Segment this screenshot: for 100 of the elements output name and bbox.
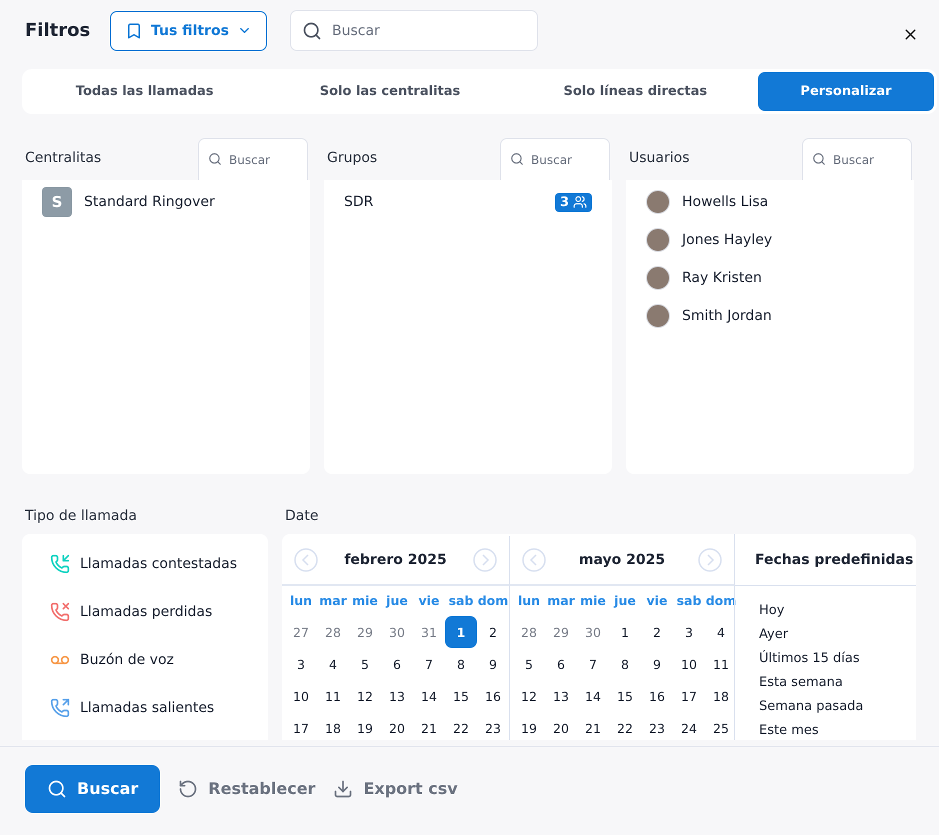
calendar-day[interactable]: 14: [413, 680, 445, 712]
preset-option[interactable]: Hoy: [759, 598, 892, 622]
calendar-day[interactable]: 4: [317, 648, 349, 680]
previous-month-icon[interactable]: [522, 548, 546, 572]
weekday-label: vie: [646, 592, 668, 610]
preset-option[interactable]: Ayer: [759, 622, 892, 646]
calendar-day[interactable]: 13: [545, 680, 577, 712]
calendar-day[interactable]: 19: [349, 712, 381, 740]
calendar-day[interactable]: 19: [513, 712, 545, 740]
preset-option[interactable]: Semana pasada: [759, 694, 892, 718]
avatar: [646, 304, 670, 328]
calendar-day[interactable]: 27: [285, 616, 317, 648]
calendar-day[interactable]: 28: [513, 616, 545, 648]
calendar-day[interactable]: 29: [545, 616, 577, 648]
calendar-day[interactable]: 30: [381, 616, 413, 648]
filter-tab[interactable]: Solo líneas directas: [512, 72, 758, 111]
filter-tab[interactable]: Solo las centralitas: [267, 72, 513, 111]
avatar: [646, 190, 670, 214]
reset-button[interactable]: Restablecer: [178, 778, 316, 798]
calendar-day[interactable]: 25: [705, 712, 737, 740]
calendar-day[interactable]: 23: [641, 712, 673, 740]
call-type-option[interactable]: Llamadas contestadas: [80, 556, 238, 572]
preset-option[interactable]: Esta semana: [759, 670, 892, 694]
bookmark-icon: [125, 22, 143, 40]
calendar-day[interactable]: 3: [285, 648, 317, 680]
calendar-day[interactable]: 16: [477, 680, 509, 712]
calendar-day[interactable]: 6: [545, 648, 577, 680]
calendar-day[interactable]: 5: [513, 648, 545, 680]
calendar-day[interactable]: 18: [317, 712, 349, 740]
filter-tab[interactable]: Personalizar: [758, 72, 934, 111]
calendar-day[interactable]: 8: [609, 648, 641, 680]
panel-title: Filtros: [25, 20, 92, 41]
calendar-day[interactable]: 28: [317, 616, 349, 648]
calendar-day[interactable]: 12: [513, 680, 545, 712]
calendar-day[interactable]: 31: [413, 616, 445, 648]
calendar-day[interactable]: 18: [705, 680, 737, 712]
filter-tab[interactable]: Todas las llamadas: [22, 72, 268, 111]
search-field[interactable]: Buscar: [500, 138, 610, 180]
calendar-day[interactable]: 22: [609, 712, 641, 740]
calendar-day[interactable]: 1: [445, 616, 477, 648]
presets-title: Fechas predefinidas: [755, 552, 914, 568]
export-button[interactable]: Export csv: [333, 778, 458, 798]
calendar-day[interactable]: 2: [641, 616, 673, 648]
calendar-day[interactable]: 30: [577, 616, 609, 648]
calendar-day[interactable]: 15: [445, 680, 477, 712]
calendar-day[interactable]: 9: [477, 648, 509, 680]
calendar-day[interactable]: 11: [317, 680, 349, 712]
calendar-day[interactable]: 22: [445, 712, 477, 740]
next-month-icon[interactable]: [473, 548, 497, 572]
weekday-label: lun: [516, 592, 542, 610]
preset-option[interactable]: Últimos 15 días: [759, 646, 892, 670]
calendar-day[interactable]: 20: [545, 712, 577, 740]
calendar-day[interactable]: 21: [577, 712, 609, 740]
call-type-option[interactable]: Llamadas salientes: [80, 700, 214, 716]
user-name[interactable]: Smith Jordan: [682, 308, 772, 324]
search-field[interactable]: Buscar: [198, 138, 308, 180]
calendar-day[interactable]: 23: [477, 712, 509, 740]
calendar-day[interactable]: 21: [413, 712, 445, 740]
calendar-day[interactable]: 16: [641, 680, 673, 712]
search-field[interactable]: Buscar: [802, 138, 912, 180]
call-type-option[interactable]: Buzón de voz: [80, 652, 174, 668]
weekday-label: jue: [612, 592, 637, 610]
calendar-day[interactable]: 17: [673, 680, 705, 712]
calendar-day[interactable]: 10: [285, 680, 317, 712]
calendar-day[interactable]: 17: [285, 712, 317, 740]
calendar-day[interactable]: 8: [445, 648, 477, 680]
calendar-day[interactable]: 29: [349, 616, 381, 648]
calendar-day[interactable]: 7: [577, 648, 609, 680]
user-name[interactable]: Howells Lisa: [682, 194, 768, 210]
calendar-day[interactable]: 12: [349, 680, 381, 712]
calendar-day[interactable]: 24: [673, 712, 705, 740]
calendar-day[interactable]: 1: [609, 616, 641, 648]
calendar-day[interactable]: 15: [609, 680, 641, 712]
search-field[interactable]: Buscar: [290, 10, 538, 51]
calendar-day[interactable]: 5: [349, 648, 381, 680]
calendar-day[interactable]: 11: [705, 648, 737, 680]
user-name[interactable]: Jones Hayley: [682, 232, 772, 248]
group-name[interactable]: SDR: [344, 194, 374, 210]
switchboard-name[interactable]: Standard Ringover: [84, 194, 215, 210]
calendar-day[interactable]: 9: [641, 648, 673, 680]
calendar-day[interactable]: 2: [477, 616, 509, 648]
user-name[interactable]: Ray Kristen: [682, 270, 762, 286]
saved-filters-dropdown[interactable]: Tus filtros: [110, 10, 267, 50]
calendar-day[interactable]: 6: [381, 648, 413, 680]
section-title: Tipo de llamada: [24, 508, 138, 526]
member-count-badge: 3: [554, 192, 592, 212]
calendar-day[interactable]: 7: [413, 648, 445, 680]
previous-month-icon[interactable]: [294, 548, 318, 572]
weekday-label: sab: [448, 592, 474, 610]
calendar-day[interactable]: 10: [673, 648, 705, 680]
calendar-day[interactable]: 13: [381, 680, 413, 712]
calendar-day[interactable]: 3: [673, 616, 705, 648]
calendar-day[interactable]: 4: [705, 616, 737, 648]
weekday-label: jue: [384, 592, 409, 610]
preset-option[interactable]: Este mes: [759, 718, 892, 740]
next-month-icon[interactable]: [698, 548, 722, 572]
calendar-day[interactable]: 20: [381, 712, 413, 740]
calendar-day[interactable]: 14: [577, 680, 609, 712]
search-button[interactable]: Buscar: [25, 764, 160, 812]
call-type-option[interactable]: Llamadas perdidas: [80, 604, 212, 620]
